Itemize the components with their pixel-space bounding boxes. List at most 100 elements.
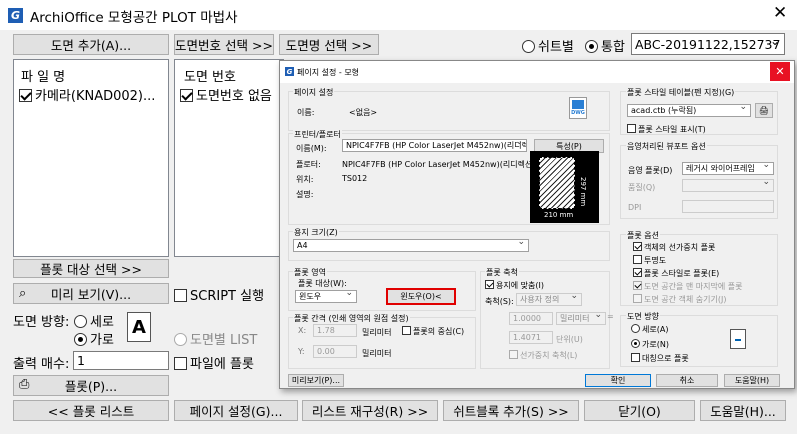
paperspace-last-checkbox[interactable]: 도면 공간을 맨 마지막에 플롯	[633, 281, 743, 292]
copies-label: 출력 매수:	[13, 357, 70, 372]
window-title: ArchiOffice 모형공간 PLOT 마법사	[30, 10, 238, 26]
scale-label: 축척(S):	[485, 297, 514, 306]
landscape-radio[interactable]: 가로	[74, 329, 114, 348]
plot-button[interactable]: ⎙ 플롯(P)...	[13, 375, 169, 396]
preview-button[interactable]: ⌕ 미리 보기(V)...	[13, 283, 169, 304]
plot-target-button[interactable]: 플롯 대상 선택 >>	[13, 259, 169, 278]
page-setup-button[interactable]: 페이지 설정(G)...	[174, 400, 298, 421]
show-style-checkbox[interactable]: 플롯 스타일 표시(T)	[627, 124, 706, 135]
printer-name-label: 이름(M):	[296, 144, 327, 153]
x-offset-input[interactable]: 1.78	[313, 324, 357, 337]
file-list[interactable]: 파 일 명 카메라(KNAD002)...	[13, 59, 169, 257]
x-unit: 밀리미터	[362, 328, 392, 337]
plot-target-label: 플롯 대상(W):	[298, 279, 347, 288]
sheet-block-add-button[interactable]: 쉬트블록 추가(S) >>	[443, 400, 579, 421]
scale-select[interactable]: 사용자 정의	[516, 293, 582, 306]
plotter-value: NPIC4F7FB (HP Color LaserJet M452nw)(리디렉…	[342, 160, 544, 169]
dialog-cancel-button[interactable]: 취소	[656, 374, 718, 387]
center-plot-checkbox[interactable]: 플롯의 중심(C)	[402, 326, 464, 337]
rebuild-list-button[interactable]: 리스트 재구성(R) >>	[302, 400, 438, 421]
plotter-label: 플로터:	[296, 160, 321, 169]
transparency-checkbox[interactable]: 투명도	[633, 255, 666, 266]
dialog-title: 페이지 설정 - 모형	[297, 68, 360, 77]
y-offset-input[interactable]: 0.00	[313, 345, 357, 358]
drawing-number-list[interactable]: 도면 번호 도면번호 없음	[174, 59, 284, 257]
magnifier-icon: ⌕	[19, 286, 27, 301]
select-by-name-button[interactable]: 도면명 선택 >>	[279, 34, 379, 55]
edit-style-button[interactable]: 🖨	[755, 103, 773, 118]
close-icon[interactable]: ✕	[773, 3, 787, 23]
number-list-header: 도면 번호	[184, 70, 236, 85]
scale-numerator-input[interactable]: 1.0000	[509, 312, 553, 325]
copies-input[interactable]: 1	[73, 351, 169, 370]
dialog-close-icon[interactable]: ✕	[770, 62, 790, 81]
x-label: X:	[298, 326, 307, 335]
plot-area-group-title: 플롯 영역	[293, 267, 327, 278]
description-label: 설명:	[296, 190, 314, 199]
plot-with-styles-checkbox[interactable]: 플롯 스타일로 플롯(E)	[633, 268, 719, 279]
number-list-item[interactable]: 도면번호 없음	[180, 85, 272, 104]
plot-offset-group-title: 플롯 간격 (인쇄 영역의 원점 설정)	[293, 313, 410, 324]
y-label: Y:	[298, 347, 305, 356]
select-by-number-button[interactable]: 도면번호 선택 >>	[174, 34, 274, 55]
edit-icon: 🖨	[758, 106, 770, 115]
plot-list-button[interactable]: << 플롯 리스트	[13, 400, 169, 421]
lineweight-option-checkbox[interactable]: 객체의 선가중치 플롯	[633, 242, 715, 253]
scale-unit-select[interactable]: 밀리미터	[556, 312, 606, 325]
location-label: 위치:	[296, 175, 314, 184]
hide-paperspace-checkbox[interactable]: 도면 공간 객체 숨기기(J)	[633, 294, 726, 305]
dwg-icon: DWG	[569, 97, 587, 119]
script-checkbox[interactable]: SCRIPT 실행	[174, 285, 264, 304]
portrait-radio[interactable]: 세로	[74, 311, 114, 330]
add-drawing-button[interactable]: 도면 추가(A)...	[13, 34, 169, 55]
sheet-radio[interactable]: 쉬트별	[522, 36, 574, 55]
shade-plot-select[interactable]: 레거시 와이어프레임	[682, 162, 774, 175]
y-unit: 밀리미터	[362, 349, 392, 358]
lineweight-scale-checkbox[interactable]: 선가중치 축척(L)	[509, 350, 577, 361]
paper-height-label: 297 mm	[579, 177, 587, 207]
help-button[interactable]: 도움말(H)...	[700, 400, 786, 421]
merge-name-input[interactable]: ABC-20191122,152737 ⌄	[631, 33, 785, 55]
landscape-orientation-icon	[730, 329, 746, 349]
app-logo-icon: G	[8, 8, 23, 23]
fit-to-paper-checkbox[interactable]: 용지에 맞춤(I)	[485, 280, 544, 291]
unit-label: 단위(U)	[556, 335, 583, 344]
chevron-down-icon: ⌄	[769, 34, 780, 48]
direction-label: 도면 방향:	[13, 315, 70, 330]
page-setup-dialog: G 페이지 설정 - 모형 ✕ 페이지 설정 이름: <없음> DWG 프린터/…	[279, 60, 795, 389]
dpi-input[interactable]	[682, 200, 774, 213]
dialog-help-button[interactable]: 도움말(H)	[724, 374, 780, 387]
file-list-item[interactable]: 카메라(KNAD002)...	[19, 85, 155, 104]
printer-group-title: 프린터/플로터	[293, 129, 342, 140]
shade-group-title: 음영처리된 뷰포트 옵션	[626, 141, 707, 152]
quality-select[interactable]	[682, 179, 774, 192]
paper-size-select[interactable]: A4	[293, 239, 529, 252]
dpi-label: DPI	[628, 203, 642, 212]
list-radio[interactable]: 도면별 LIST	[174, 329, 257, 348]
file-plot-checkbox[interactable]: 파일에 플롯	[174, 353, 254, 372]
equals-sign: =	[607, 312, 614, 321]
upside-down-checkbox[interactable]: 대칭으로 플롯	[631, 353, 689, 364]
close-button[interactable]: 닫기(O)	[584, 400, 695, 421]
plot-scale-group-title: 플롯 축척	[485, 267, 519, 278]
merge-radio[interactable]: 통합	[585, 36, 625, 55]
window-pick-button[interactable]: 윈도우(O)<	[386, 288, 456, 305]
paper-preview: 210 mm 297 mm	[530, 151, 599, 223]
plot-style-group-title: 플롯 스타일 테이블(펜 지정)(G)	[626, 87, 736, 98]
dialog-landscape-radio[interactable]: 가로(N)	[631, 339, 669, 350]
dialog-portrait-radio[interactable]: 세로(A)	[631, 324, 668, 335]
plot-target-select[interactable]: 윈도우	[295, 290, 357, 303]
file-list-header: 파 일 명	[21, 70, 66, 85]
orientation-preview-icon: A	[127, 312, 151, 342]
dialog-preview-button[interactable]: 미리보기(P)...	[288, 374, 344, 387]
name-value: <없음>	[349, 108, 378, 117]
paper-size-group-title: 용지 크기(Z)	[293, 227, 339, 238]
printer-icon: ⎙	[19, 377, 30, 392]
printer-name-select[interactable]: NPIC4F7FB (HP Color LaserJet M452nw)(리디렉	[342, 139, 527, 152]
dialog-ok-button[interactable]: 확인	[585, 374, 651, 387]
scale-denominator-input[interactable]: 1.4071	[509, 331, 553, 344]
plot-style-select[interactable]: acad.ctb (누락됨)	[627, 104, 751, 117]
dialog-title-bar: G 페이지 설정 - 모형 ✕	[280, 61, 794, 83]
paper-width-label: 210 mm	[544, 211, 574, 219]
orientation-group-title: 도면 방향	[626, 311, 660, 322]
